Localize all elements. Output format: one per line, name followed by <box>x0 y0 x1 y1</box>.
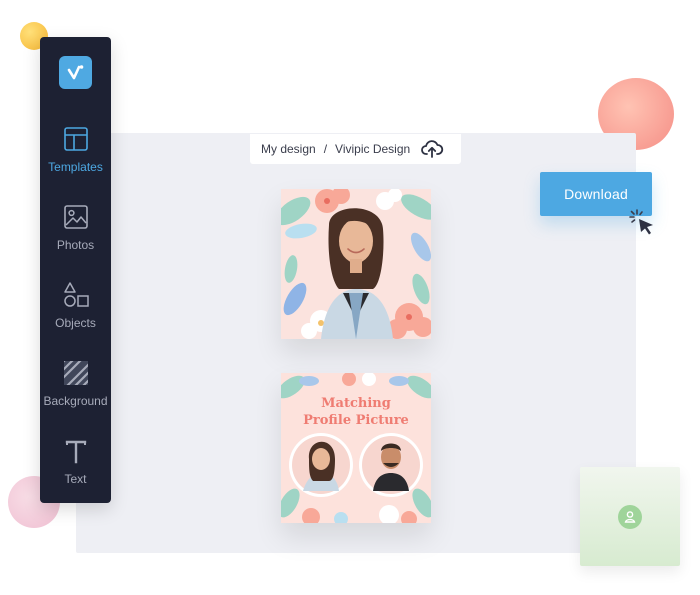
sidebar-item-templates[interactable]: Templates <box>40 125 111 193</box>
sidebar-item-label: Text <box>64 472 87 486</box>
sidebar-item-label: Objects <box>55 316 96 330</box>
breadcrumb-root[interactable]: My design <box>261 142 316 156</box>
breadcrumb-current[interactable]: Vivipic Design <box>335 142 410 156</box>
sidebar-item-label: Background <box>43 394 108 408</box>
design-card-matching-profile[interactable]: Matching Profile Picture <box>281 373 431 523</box>
card-heading-line1: Matching <box>321 396 391 411</box>
design-card-profile[interactable] <box>281 189 431 339</box>
sidebar-item-photos[interactable]: Photos <box>40 203 111 271</box>
sidebar-item-text[interactable]: Text <box>40 437 111 505</box>
vivipic-logo[interactable] <box>59 56 92 89</box>
floral-frame-graphic <box>281 189 431 339</box>
sidebar-item-label: Photos <box>56 238 95 252</box>
breadcrumb-separator: / <box>323 142 328 156</box>
cloud-upload-icon[interactable] <box>420 137 444 161</box>
sidebar-item-background[interactable]: Background <box>40 359 111 427</box>
sidebar-item-objects[interactable]: Objects <box>40 281 111 349</box>
breadcrumb: My design / Vivipic Design <box>250 134 461 164</box>
text-icon <box>65 440 86 464</box>
templates-icon <box>63 127 88 151</box>
objects-icon <box>63 282 89 307</box>
sidebar: Templates Photos Objects Background Text <box>40 37 111 503</box>
card-heading-line2: Profile Picture <box>303 413 409 428</box>
card-heading: Matching Profile Picture <box>281 395 431 429</box>
photos-icon <box>63 205 88 229</box>
photo-placeholder-tile[interactable] <box>580 467 680 566</box>
cursor-click-icon <box>629 209 653 235</box>
logo-mark-icon <box>67 64 83 79</box>
user-icon <box>618 505 642 529</box>
sidebar-item-label: Templates <box>48 160 103 174</box>
background-icon <box>63 361 88 385</box>
